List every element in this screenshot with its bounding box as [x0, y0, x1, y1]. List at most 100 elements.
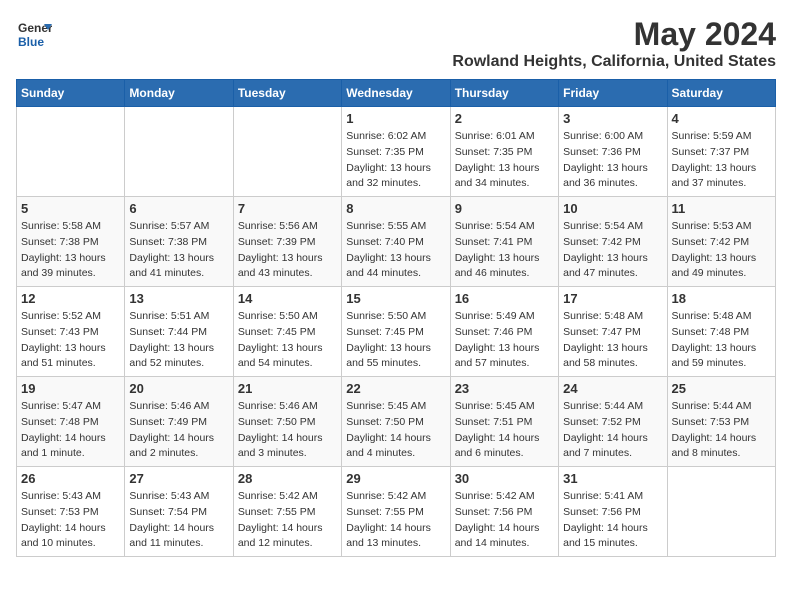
location-title: Rowland Heights, California, United Stat…	[452, 53, 776, 71]
day-number: 12	[21, 291, 120, 306]
day-number: 24	[563, 381, 662, 396]
calendar-cell: 5 Sunrise: 5:58 AMSunset: 7:38 PMDaylight…	[17, 197, 125, 287]
day-number: 9	[455, 201, 554, 216]
day-info: Sunrise: 5:56 AMSunset: 7:39 PMDaylight:…	[238, 219, 337, 282]
calendar-cell: 6Sunrise: 5:57 AMSunset: 7:38 PMDaylight…	[125, 197, 233, 287]
week-row-5: 26 Sunrise: 5:43 AMSunset: 7:53 PMDayligh…	[17, 467, 776, 557]
day-info: Sunrise: 5:46 AMSunset: 7:49 PMDaylight:…	[129, 399, 228, 462]
day-info: Sunrise: 5:58 AMSunset: 7:38 PMDaylight:…	[21, 219, 120, 282]
calendar-cell: 24 Sunrise: 5:44 AMSunset: 7:52 PMDayligh…	[559, 377, 667, 467]
day-info: Sunrise: 5:52 AMSunset: 7:43 PMDaylight:…	[21, 309, 120, 372]
day-number: 19	[21, 381, 120, 396]
day-info: Sunrise: 5:43 AMSunset: 7:54 PMDaylight:…	[129, 489, 228, 552]
day-number: 31	[563, 471, 662, 486]
calendar-cell: 15 Sunrise: 5:50 AMSunset: 7:45 PMDayligh…	[342, 287, 450, 377]
day-info: Sunrise: 5:46 AMSunset: 7:50 PMDaylight:…	[238, 399, 337, 462]
calendar-cell: 28Sunrise: 5:42 AMSunset: 7:55 PMDayligh…	[233, 467, 341, 557]
calendar-cell: 29Sunrise: 5:42 AMSunset: 7:55 PMDayligh…	[342, 467, 450, 557]
calendar-cell: 23Sunrise: 5:45 AMSunset: 7:51 PMDayligh…	[450, 377, 558, 467]
calendar-cell	[233, 107, 341, 197]
day-number: 7	[238, 201, 337, 216]
day-info: Sunrise: 5:57 AMSunset: 7:38 PMDaylight:…	[129, 219, 228, 282]
day-info: Sunrise: 5:45 AMSunset: 7:50 PMDaylight:…	[346, 399, 445, 462]
calendar-cell: 1 Sunrise: 6:02 AMSunset: 7:35 PMDaylight…	[342, 107, 450, 197]
calendar-cell: 20 Sunrise: 5:46 AMSunset: 7:49 PMDayligh…	[125, 377, 233, 467]
calendar-cell	[17, 107, 125, 197]
day-info: Sunrise: 5:44 AMSunset: 7:52 PMDaylight:…	[563, 399, 662, 462]
calendar-cell: 2 Sunrise: 6:01 AMSunset: 7:35 PMDaylight…	[450, 107, 558, 197]
day-info: Sunrise: 5:47 AMSunset: 7:48 PMDaylight:…	[21, 399, 120, 462]
day-number: 14	[238, 291, 337, 306]
day-number: 15	[346, 291, 445, 306]
calendar-table: Sunday Monday Tuesday Wednesday Thursday…	[16, 79, 776, 557]
day-info: Sunrise: 5:44 AMSunset: 7:53 PMDaylight:…	[672, 399, 771, 462]
day-number: 11	[672, 201, 771, 216]
day-info: Sunrise: 5:42 AMSunset: 7:55 PMDaylight:…	[346, 489, 445, 552]
title-area: May 2024 Rowland Heights, California, Un…	[452, 16, 776, 71]
calendar-cell: 9 Sunrise: 5:54 AMSunset: 7:41 PMDaylight…	[450, 197, 558, 287]
calendar-cell: 21Sunrise: 5:46 AMSunset: 7:50 PMDayligh…	[233, 377, 341, 467]
header-wednesday: Wednesday	[342, 80, 450, 107]
day-number: 28	[238, 471, 337, 486]
day-info: Sunrise: 5:54 AMSunset: 7:41 PMDaylight:…	[455, 219, 554, 282]
day-info: Sunrise: 5:48 AMSunset: 7:48 PMDaylight:…	[672, 309, 771, 372]
day-number: 26	[21, 471, 120, 486]
calendar-cell: 14 Sunrise: 5:50 AMSunset: 7:45 PMDayligh…	[233, 287, 341, 377]
day-number: 3	[563, 111, 662, 126]
day-info: Sunrise: 5:53 AMSunset: 7:42 PMDaylight:…	[672, 219, 771, 282]
day-number: 27	[129, 471, 228, 486]
week-row-2: 5 Sunrise: 5:58 AMSunset: 7:38 PMDaylight…	[17, 197, 776, 287]
day-number: 30	[455, 471, 554, 486]
calendar-cell: 16Sunrise: 5:49 AMSunset: 7:46 PMDayligh…	[450, 287, 558, 377]
calendar-cell	[667, 467, 775, 557]
calendar-cell: 22 Sunrise: 5:45 AMSunset: 7:50 PMDayligh…	[342, 377, 450, 467]
day-number: 20	[129, 381, 228, 396]
day-number: 18	[672, 291, 771, 306]
header-tuesday: Tuesday	[233, 80, 341, 107]
day-info: Sunrise: 5:49 AMSunset: 7:46 PMDaylight:…	[455, 309, 554, 372]
day-number: 25	[672, 381, 771, 396]
calendar-cell: 30 Sunrise: 5:42 AMSunset: 7:56 PMDayligh…	[450, 467, 558, 557]
calendar-cell: 18 Sunrise: 5:48 AMSunset: 7:48 PMDayligh…	[667, 287, 775, 377]
day-info: Sunrise: 5:51 AMSunset: 7:44 PMDaylight:…	[129, 309, 228, 372]
day-info: Sunrise: 6:00 AMSunset: 7:36 PMDaylight:…	[563, 129, 662, 192]
month-title: May 2024	[452, 16, 776, 53]
day-info: Sunrise: 5:42 AMSunset: 7:56 PMDaylight:…	[455, 489, 554, 552]
page-header: General Blue May 2024 Rowland Heights, C…	[16, 16, 776, 71]
logo-icon: General Blue	[16, 16, 52, 57]
logo: General Blue	[16, 16, 52, 57]
calendar-cell: 19 Sunrise: 5:47 AMSunset: 7:48 PMDayligh…	[17, 377, 125, 467]
day-number: 22	[346, 381, 445, 396]
day-info: Sunrise: 5:55 AMSunset: 7:40 PMDaylight:…	[346, 219, 445, 282]
day-info: Sunrise: 5:59 AMSunset: 7:37 PMDaylight:…	[672, 129, 771, 192]
calendar-cell: 12 Sunrise: 5:52 AMSunset: 7:43 PMDayligh…	[17, 287, 125, 377]
calendar-cell	[125, 107, 233, 197]
day-info: Sunrise: 5:50 AMSunset: 7:45 PMDaylight:…	[238, 309, 337, 372]
week-row-4: 19 Sunrise: 5:47 AMSunset: 7:48 PMDayligh…	[17, 377, 776, 467]
calendar-cell: 31 Sunrise: 5:41 AMSunset: 7:56 PMDayligh…	[559, 467, 667, 557]
calendar-cell: 26 Sunrise: 5:43 AMSunset: 7:53 PMDayligh…	[17, 467, 125, 557]
day-number: 8	[346, 201, 445, 216]
day-info: Sunrise: 6:01 AMSunset: 7:35 PMDaylight:…	[455, 129, 554, 192]
header-friday: Friday	[559, 80, 667, 107]
svg-text:Blue: Blue	[18, 35, 44, 49]
day-info: Sunrise: 5:48 AMSunset: 7:47 PMDaylight:…	[563, 309, 662, 372]
calendar-cell: 17 Sunrise: 5:48 AMSunset: 7:47 PMDayligh…	[559, 287, 667, 377]
header-row: Sunday Monday Tuesday Wednesday Thursday…	[17, 80, 776, 107]
calendar-cell: 11 Sunrise: 5:53 AMSunset: 7:42 PMDayligh…	[667, 197, 775, 287]
week-row-1: 1 Sunrise: 6:02 AMSunset: 7:35 PMDaylight…	[17, 107, 776, 197]
day-number: 5	[21, 201, 120, 216]
day-number: 2	[455, 111, 554, 126]
calendar-cell: 27 Sunrise: 5:43 AMSunset: 7:54 PMDayligh…	[125, 467, 233, 557]
day-info: Sunrise: 5:45 AMSunset: 7:51 PMDaylight:…	[455, 399, 554, 462]
day-info: Sunrise: 6:02 AMSunset: 7:35 PMDaylight:…	[346, 129, 445, 192]
day-number: 17	[563, 291, 662, 306]
day-info: Sunrise: 5:50 AMSunset: 7:45 PMDaylight:…	[346, 309, 445, 372]
calendar-cell: 4Sunrise: 5:59 AMSunset: 7:37 PMDaylight…	[667, 107, 775, 197]
day-info: Sunrise: 5:43 AMSunset: 7:53 PMDaylight:…	[21, 489, 120, 552]
day-info: Sunrise: 5:41 AMSunset: 7:56 PMDaylight:…	[563, 489, 662, 552]
day-number: 13	[129, 291, 228, 306]
header-sunday: Sunday	[17, 80, 125, 107]
header-thursday: Thursday	[450, 80, 558, 107]
day-number: 1	[346, 111, 445, 126]
